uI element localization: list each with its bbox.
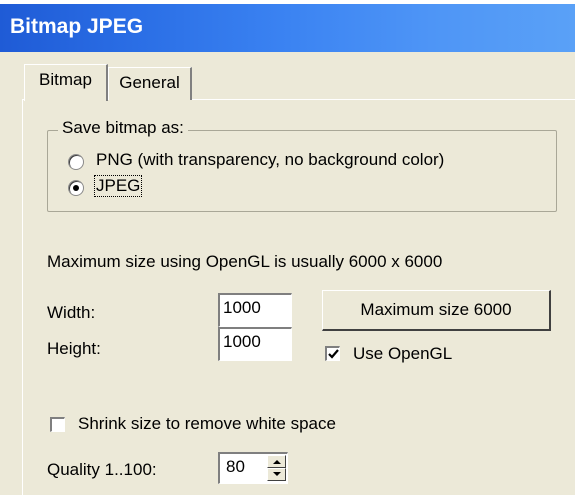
tab-bitmap-label: Bitmap [39, 70, 92, 89]
save-format-group [47, 130, 557, 212]
window-title: Bitmap JPEG [10, 15, 144, 38]
title-bar[interactable]: Bitmap JPEG [0, 4, 575, 52]
dialog-window: Bitmap JPEG Bitmap General Save bitmap a… [0, 0, 575, 495]
shrink-label[interactable]: Shrink size to remove white space [78, 414, 336, 434]
arrow-up-icon [273, 460, 281, 464]
jpeg-radio-dot [73, 185, 79, 191]
opengl-max-size-info: Maximum size using OpenGL is usually 600… [47, 252, 443, 271]
use-opengl-label[interactable]: Use OpenGL [353, 344, 452, 364]
height-input[interactable]: 1000 [218, 327, 292, 361]
width-input[interactable]: 1000 [218, 293, 292, 327]
height-label: Height: [47, 339, 101, 358]
jpeg-radio[interactable] [68, 180, 84, 196]
tab-general[interactable]: General [108, 67, 192, 100]
maximum-size-button[interactable]: Maximum size 6000 [322, 290, 551, 331]
arrow-down-icon [273, 472, 281, 476]
quality-spinner[interactable]: 80 [218, 452, 288, 484]
quality-decrement-button[interactable] [267, 468, 286, 481]
quality-label: Quality 1..100: [47, 460, 157, 479]
use-opengl-checkbox[interactable] [325, 346, 340, 361]
quality-increment-button[interactable] [267, 455, 286, 468]
width-label: Width: [47, 303, 96, 322]
png-radio-label[interactable]: PNG (with transparency, no background co… [96, 150, 444, 170]
jpeg-radio-label[interactable]: JPEG [94, 175, 143, 197]
quality-value[interactable]: 80 [226, 457, 245, 477]
checkmark-icon [328, 349, 339, 359]
tab-general-label: General [119, 73, 180, 92]
shrink-checkbox[interactable] [50, 417, 65, 432]
save-format-legend: Save bitmap as: [58, 118, 188, 138]
png-radio[interactable] [68, 154, 84, 170]
tab-bitmap[interactable]: Bitmap [24, 64, 108, 101]
